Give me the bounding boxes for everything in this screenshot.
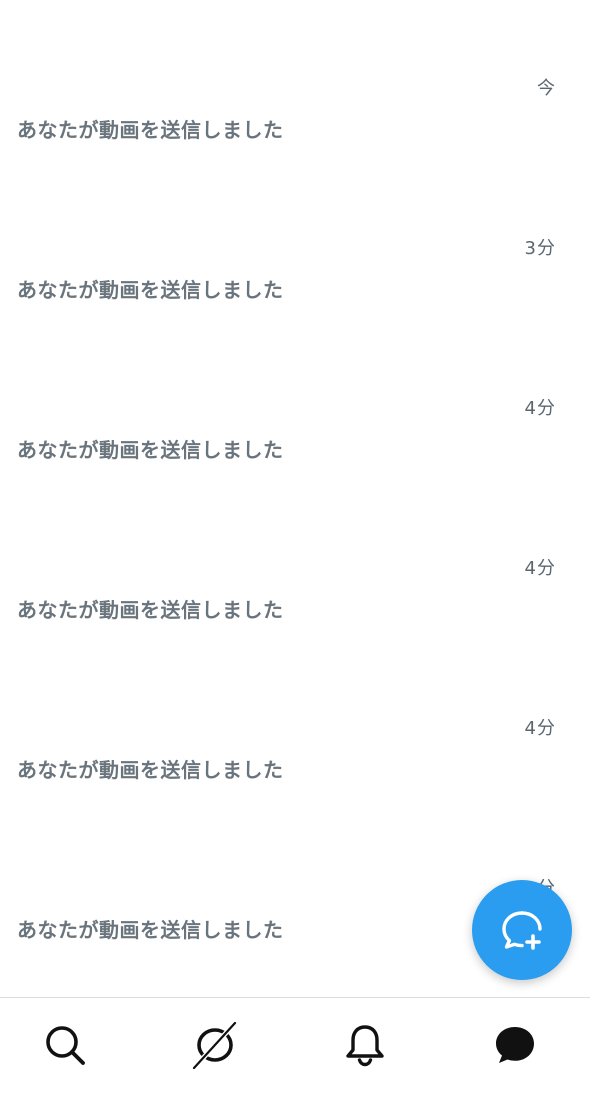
tab-no-signal[interactable]: [190, 1020, 240, 1070]
bell-icon: [343, 1023, 387, 1067]
conversation-item[interactable]: 4分 あなたが動画を送信しました: [0, 650, 590, 810]
new-message-icon: [498, 906, 546, 954]
conversation-time: 今: [537, 78, 556, 99]
tab-notifications[interactable]: [340, 1020, 390, 1070]
conversation-list: 今 あなたが動画を送信しました 3分 あなたが動画を送信しました 4分 あなたが…: [0, 0, 590, 997]
conversation-time: 4分: [524, 558, 556, 579]
conversation-time: 4分: [524, 718, 556, 739]
search-icon: [43, 1023, 87, 1067]
new-message-button[interactable]: [472, 880, 572, 980]
conversation-preview: あなたが動画を送信しました: [17, 918, 284, 942]
conversation-time: 3分: [524, 238, 556, 259]
messages-screen: 今 あなたが動画を送信しました 3分 あなたが動画を送信しました 4分 あなたが…: [0, 0, 590, 1096]
conversation-item[interactable]: 3分 あなたが動画を送信しました: [0, 170, 590, 330]
messages-icon: [492, 1022, 538, 1068]
conversation-preview: あなたが動画を送信しました: [17, 118, 284, 142]
conversation-preview: あなたが動画を送信しました: [17, 438, 284, 462]
conversation-time: 4分: [524, 398, 556, 419]
conversation-item[interactable]: 今 あなたが動画を送信しました: [0, 10, 590, 170]
conversation-preview: あなたが動画を送信しました: [17, 758, 284, 782]
tab-search[interactable]: [40, 1020, 90, 1070]
tab-messages[interactable]: [490, 1020, 540, 1070]
conversation-preview: あなたが動画を送信しました: [17, 598, 284, 622]
conversation-item[interactable]: 4分 あなたが動画を送信しました: [0, 330, 590, 490]
conversation-preview: あなたが動画を送信しました: [17, 278, 284, 302]
conversation-item[interactable]: 4分 あなたが動画を送信しました: [0, 490, 590, 650]
no-signal-icon: [191, 1021, 239, 1070]
bottom-tab-bar: [0, 997, 590, 1096]
